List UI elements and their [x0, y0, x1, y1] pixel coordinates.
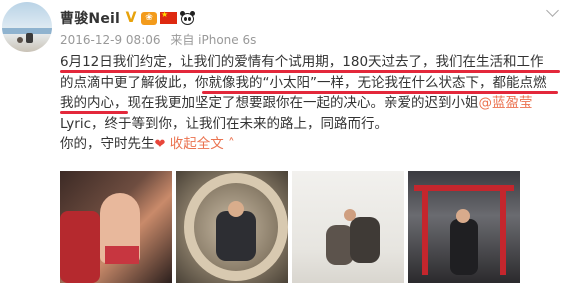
- post-line-4: Lyric，终于等到你，让我们在未来的路上，同路而行。: [60, 114, 560, 135]
- username[interactable]: 曹骏Neil: [60, 8, 120, 28]
- post-line-2: 的点滴中更了解彼此，你就像我的“小太阳”一样，无论我在什么状态下，都能点燃: [60, 73, 560, 94]
- post-source: 来自 iPhone 6s: [170, 33, 257, 47]
- collapse-text-link[interactable]: 收起全文 ˄: [170, 136, 235, 152]
- post-photo[interactable]: [176, 171, 288, 283]
- post-line-5: 你的，守时先生❤ 收起全文 ˄: [60, 134, 560, 155]
- post-text-line-4: Lyric，终于等到你，让我们在未来的路上，同路而行。: [60, 115, 388, 132]
- post-text-line-3: 我的内心，现在我更加坚定了想要跟你在一起的决心。亲爱的迟到小姐: [60, 95, 479, 112]
- post-signature: 你的，守时先生: [60, 136, 155, 153]
- post-photo[interactable]: [60, 171, 172, 283]
- post-header: 曹骏Neil V ❀: [60, 8, 196, 28]
- post-line-1: 6月12日我们约定，让我们的爱情有个试用期，180天过去了，我们在生活和工作: [60, 52, 560, 73]
- post-line-3: 我的内心，现在我更加坚定了想要跟你在一起的决心。亲爱的迟到小姐@蓝盈莹: [60, 93, 560, 115]
- post-photo[interactable]: [408, 171, 520, 283]
- vip-badge-icon[interactable]: ❀: [141, 11, 158, 25]
- chevron-up-icon: ˄: [228, 136, 235, 153]
- avatar-figure: [26, 33, 33, 43]
- avatar[interactable]: [2, 2, 52, 52]
- heart-icon: ❤: [154, 137, 166, 153]
- post-text-line-1: 6月12日我们约定，让我们的爱情有个试用期，180天过去了，我们在生活和工作: [60, 54, 544, 70]
- chevron-down-icon[interactable]: [546, 6, 560, 20]
- user-badges: V ❀: [124, 10, 196, 25]
- avatar-figure-dog: [17, 37, 23, 43]
- china-flag-icon: [160, 10, 178, 24]
- post-meta: 2016-12-9 08:06 来自 iPhone 6s: [60, 31, 256, 48]
- collapse-text-label: 收起全文: [169, 136, 224, 153]
- post-photo[interactable]: [292, 171, 404, 283]
- verified-v-icon[interactable]: V: [124, 11, 138, 25]
- panda-icon: [180, 11, 196, 25]
- post-text-line-2: 的点滴中更了解彼此，你就像我的“小太阳”一样，无论我在什么状态下，都能点燃: [60, 74, 547, 91]
- photo-grid: [60, 171, 560, 287]
- post-timestamp[interactable]: 2016-12-9 08:06: [60, 33, 161, 47]
- mention-link[interactable]: @蓝盈莹: [479, 95, 533, 111]
- post-body: 6月12日我们约定，让我们的爱情有个试用期，180天过去了，我们在生活和工作 的…: [60, 52, 560, 155]
